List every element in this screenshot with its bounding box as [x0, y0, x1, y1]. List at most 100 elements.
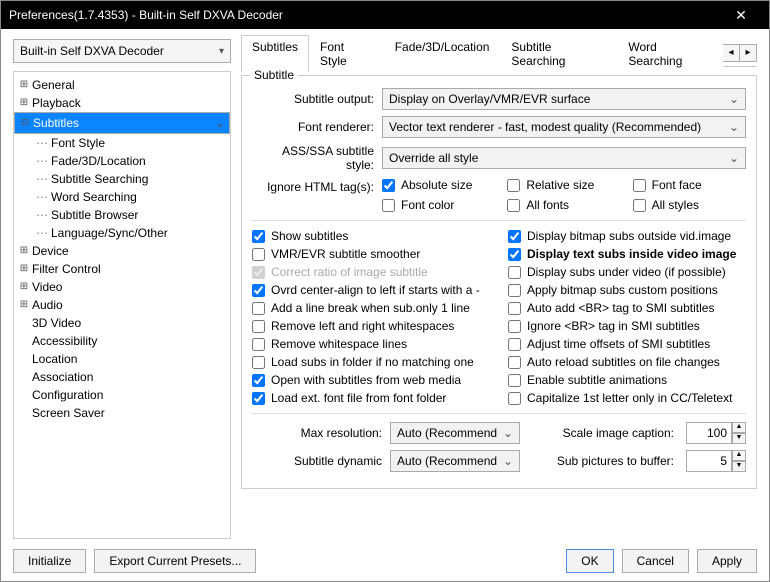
spin-up-icon[interactable]: ▲	[732, 422, 746, 433]
checkbox-input[interactable]	[382, 199, 395, 212]
expand-icon[interactable]: ⊞	[18, 94, 30, 112]
checkbox-input[interactable]	[252, 302, 265, 315]
checkbox-option[interactable]: Display text subs inside video image	[508, 247, 746, 261]
checkbox-input[interactable]	[508, 392, 521, 405]
close-icon[interactable]: ✕	[721, 7, 761, 24]
checkbox-option[interactable]: Capitalize 1st letter only in CC/Teletex…	[508, 391, 746, 405]
checkbox-option[interactable]: Show subtitles	[252, 229, 490, 243]
subtitle-dynamic-select[interactable]: Auto (Recommend	[390, 450, 520, 472]
tree-item[interactable]: ⊞Audio	[14, 296, 230, 314]
scale-caption-spinner[interactable]: ▲▼	[686, 422, 746, 444]
checkbox-option[interactable]: Ovrd center-align to left if starts with…	[252, 283, 490, 297]
checkbox-option[interactable]: Add a line break when sub.only 1 line	[252, 301, 490, 315]
expand-icon[interactable]: ⊞	[18, 296, 30, 314]
tab-word-searching[interactable]: Word Searching	[617, 35, 723, 72]
checkbox-input[interactable]	[252, 248, 265, 261]
checkbox-option[interactable]: Auto add <BR> tag to SMI subtitles	[508, 301, 746, 315]
checkbox-option[interactable]: Auto reload subtitles on file changes	[508, 355, 746, 369]
spin-down-icon[interactable]: ▼	[732, 433, 746, 444]
checkbox-input[interactable]	[508, 374, 521, 387]
tab-scroll-right[interactable]: ▸	[739, 44, 757, 62]
checkbox-option[interactable]: VMR/EVR subtitle smoother	[252, 247, 490, 261]
expand-icon[interactable]: ⊞	[18, 278, 30, 296]
category-tree[interactable]: ⊞General⊞Playback⊟Subtitles⋯Font Style⋯F…	[13, 71, 231, 539]
checkbox-input[interactable]	[508, 230, 521, 243]
checkbox-option[interactable]: All styles	[633, 198, 746, 212]
expand-icon[interactable]: ⊟	[19, 114, 31, 132]
checkbox-input[interactable]	[507, 179, 520, 192]
decoder-combo[interactable]: Built-in Self DXVA Decoder	[13, 39, 231, 63]
checkbox-input[interactable]	[508, 266, 521, 279]
sub-buffer-spinner[interactable]: ▲▼	[686, 450, 746, 472]
tree-item[interactable]: ·3D Video	[14, 314, 230, 332]
tree-item[interactable]: ·Screen Saver	[14, 404, 230, 422]
checkbox-input[interactable]	[508, 248, 521, 261]
tree-item[interactable]: ⊞Device	[14, 242, 230, 260]
checkbox-input[interactable]	[252, 374, 265, 387]
tree-item[interactable]: ⋯Subtitle Searching	[32, 170, 230, 188]
cancel-button[interactable]: Cancel	[622, 549, 689, 573]
tab-font-style[interactable]: Font Style	[309, 35, 384, 72]
checkbox-input[interactable]	[382, 179, 395, 192]
checkbox-option[interactable]: Adjust time offsets of SMI subtitles	[508, 337, 746, 351]
tree-item[interactable]: ⊟Subtitles	[14, 112, 230, 134]
ass-style-select[interactable]: Override all style	[382, 147, 746, 169]
checkbox-input[interactable]	[508, 356, 521, 369]
checkbox-input[interactable]	[252, 284, 265, 297]
checkbox-option[interactable]: Remove left and right whitespaces	[252, 319, 490, 333]
checkbox-option[interactable]: Ignore <BR> tag in SMI subtitles	[508, 319, 746, 333]
tree-item[interactable]: ·Location	[14, 350, 230, 368]
tree-item[interactable]: ⊞General	[14, 76, 230, 94]
checkbox-input[interactable]	[508, 284, 521, 297]
tree-item[interactable]: ·Accessibility	[14, 332, 230, 350]
tree-item[interactable]: ⋯Language/Sync/Other	[32, 224, 230, 242]
initialize-button[interactable]: Initialize	[13, 549, 86, 573]
font-renderer-select[interactable]: Vector text renderer - fast, modest qual…	[382, 116, 746, 138]
expand-icon[interactable]: ⊞	[18, 260, 30, 278]
tab-fade-3d-location[interactable]: Fade/3D/Location	[384, 35, 501, 72]
checkbox-option[interactable]: Font face	[633, 178, 746, 192]
checkbox-option[interactable]: Load ext. font file from font folder	[252, 391, 490, 405]
checkbox-input[interactable]	[633, 199, 646, 212]
checkbox-input[interactable]	[507, 199, 520, 212]
checkbox-option[interactable]: Apply bitmap subs custom positions	[508, 283, 746, 297]
titlebar[interactable]: Preferences(1.7.4353) - Built-in Self DX…	[1, 1, 769, 29]
spin-down-icon[interactable]: ▼	[732, 461, 746, 472]
checkbox-option[interactable]: Enable subtitle animations	[508, 373, 746, 387]
tree-item[interactable]: ⋯Fade/3D/Location	[32, 152, 230, 170]
max-resolution-select[interactable]: Auto (Recommend	[390, 422, 520, 444]
expand-icon[interactable]: ⊞	[18, 242, 30, 260]
checkbox-option[interactable]: Remove whitespace lines	[252, 337, 490, 351]
tree-item[interactable]: ⊞Video	[14, 278, 230, 296]
tree-item[interactable]: ·Configuration	[14, 386, 230, 404]
checkbox-option[interactable]: Display subs under video (if possible)	[508, 265, 746, 279]
ok-button[interactable]: OK	[566, 549, 613, 573]
tab-subtitle-searching[interactable]: Subtitle Searching	[500, 35, 617, 72]
checkbox-input[interactable]	[252, 230, 265, 243]
tree-item[interactable]: ⋯Word Searching	[32, 188, 230, 206]
checkbox-input[interactable]	[508, 320, 521, 333]
tree-item[interactable]: ·Association	[14, 368, 230, 386]
tab-scroll-left[interactable]: ◂	[722, 44, 740, 62]
checkbox-input[interactable]	[252, 338, 265, 351]
checkbox-option[interactable]: Load subs in folder if no matching one	[252, 355, 490, 369]
checkbox-option[interactable]: Font color	[382, 198, 495, 212]
tree-item[interactable]: ⋯Subtitle Browser	[32, 206, 230, 224]
subtitle-output-select[interactable]: Display on Overlay/VMR/EVR surface	[382, 88, 746, 110]
checkbox-input[interactable]	[252, 320, 265, 333]
checkbox-input[interactable]	[508, 302, 521, 315]
export-presets-button[interactable]: Export Current Presets...	[94, 549, 256, 573]
scale-caption-input[interactable]	[686, 422, 732, 444]
spin-up-icon[interactable]: ▲	[732, 450, 746, 461]
checkbox-input[interactable]	[508, 338, 521, 351]
checkbox-input[interactable]	[252, 356, 265, 369]
apply-button[interactable]: Apply	[697, 549, 757, 573]
tree-item[interactable]: ⊞Filter Control	[14, 260, 230, 278]
checkbox-option[interactable]: Open with subtitles from web media	[252, 373, 490, 387]
checkbox-option[interactable]: Absolute size	[382, 178, 495, 192]
tree-item[interactable]: ⋯Font Style	[32, 134, 230, 152]
expand-icon[interactable]: ⊞	[18, 76, 30, 94]
tab-subtitles[interactable]: Subtitles	[241, 35, 309, 72]
checkbox-option[interactable]: All fonts	[507, 198, 620, 212]
checkbox-option[interactable]: Relative size	[507, 178, 620, 192]
